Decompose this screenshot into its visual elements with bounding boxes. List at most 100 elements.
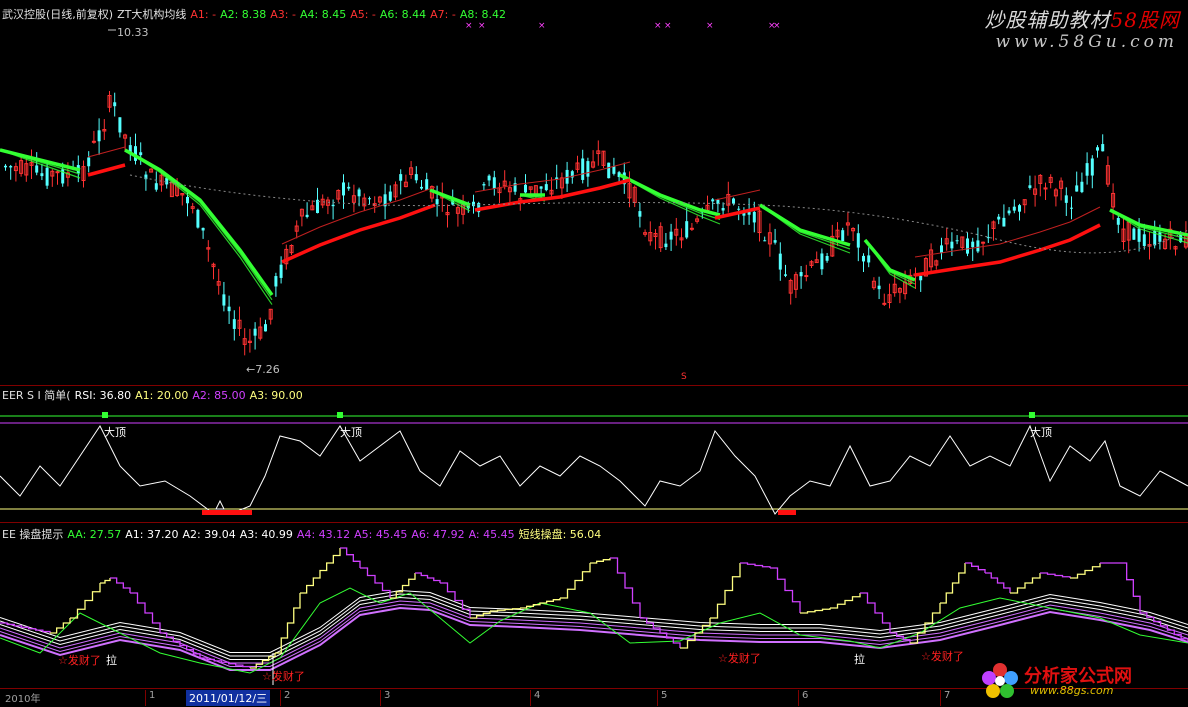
- axis-month-7: 7: [940, 690, 950, 706]
- candle-body: [1080, 181, 1084, 193]
- stock-name: 武汉控股(日线,前复权): [2, 8, 114, 21]
- site-logo: 分析家公式网 www.88gs.com: [978, 660, 1178, 700]
- rsi-bottom-bar: [778, 510, 796, 515]
- op-stair-line: [610, 557, 641, 618]
- rsi-header: EER S I 简单(RSI: 36.80 A1: 20.00 A2: 85.00 A…: [2, 387, 311, 403]
- op-stair-line: [100, 578, 111, 584]
- rsi-param-2: A2: 85.00: [192, 389, 246, 402]
- signal-pull-2: 拉: [854, 653, 865, 666]
- candle-body: [274, 276, 278, 287]
- axis-current-date[interactable]: 2011/01/12/三: [186, 690, 271, 706]
- op-stair-line: [710, 563, 741, 619]
- price-panel[interactable]: × × × × × × × × 武汉控股(日线,前复权) ZT大机构均线 A1: - A2: 8.3…: [0, 0, 1188, 385]
- rsi-top-label-1: 大顶: [104, 426, 126, 439]
- top-marker: ×: [465, 21, 473, 31]
- watermark-brand: 炒股辅助教材58股网: [984, 8, 1180, 32]
- price-param-2: A3: -: [270, 8, 296, 21]
- ma-red-line: [474, 178, 631, 212]
- candle-body: [721, 208, 725, 211]
- candle-body: [544, 184, 548, 191]
- candle-body: [784, 274, 787, 276]
- candle-body: [689, 227, 694, 230]
- candle-body: [154, 183, 158, 190]
- top-marker: ×: [706, 21, 714, 31]
- candle-body: [804, 275, 809, 278]
- candle-body: [825, 255, 829, 261]
- candle-body: [1137, 228, 1141, 242]
- candle-body: [820, 253, 824, 270]
- candle-body: [966, 238, 969, 254]
- op-stair-line: [560, 563, 591, 599]
- candle-body: [55, 171, 60, 174]
- candle-body: [976, 240, 980, 252]
- op-param-6: A6: 47.92: [411, 528, 465, 541]
- op-stair-line: [415, 572, 441, 583]
- candle-body: [612, 166, 616, 174]
- candle-body: [196, 209, 200, 228]
- op-param-0: AA: 27.57: [67, 528, 122, 541]
- candle-body: [1075, 185, 1079, 192]
- flower-logo-icon: [982, 663, 1018, 698]
- price-header: 武汉控股(日线,前复权) ZT大机构均线 A1: - A2: 8.38 A3: - A4:…: [2, 6, 514, 22]
- op-stair-line: [520, 598, 561, 609]
- top-marker: ×: [664, 21, 672, 31]
- rsi-panel[interactable]: EER S I 简单(RSI: 36.80 A1: 20.00 A2: 85.00 A…: [0, 386, 1188, 522]
- candle-body: [1158, 232, 1162, 242]
- candle-body: [1018, 205, 1021, 212]
- ma-green-line: [759, 203, 851, 247]
- candle-body: [331, 204, 335, 207]
- signal-buy-4: ☆发财了: [921, 650, 964, 663]
- rsi-top-marker: [337, 412, 343, 418]
- ma-thin-line: [714, 189, 761, 201]
- op-param-7: A: 45.45: [468, 528, 515, 541]
- candle-body: [919, 275, 923, 281]
- top-marker: ×: [773, 21, 781, 31]
- axis-month-2: 2: [280, 690, 290, 706]
- rsi-line: [0, 424, 1188, 515]
- price-param-5: A6: 8.44: [379, 8, 427, 21]
- rsi-top-marker: [102, 412, 108, 418]
- candle-body: [539, 186, 543, 189]
- candle-body: [1070, 207, 1073, 209]
- candle-body: [882, 302, 887, 305]
- op-stair-line: [770, 567, 801, 613]
- rsi-chart[interactable]: [0, 386, 1188, 522]
- axis-year: 2010年: [5, 694, 41, 705]
- axis-month-1: 1: [145, 690, 155, 706]
- rsi-param-1: A1: 20.00: [135, 389, 189, 402]
- top-marker: ×: [478, 21, 486, 31]
- candle-body: [420, 186, 423, 189]
- sell-marker: S: [681, 372, 687, 382]
- op-param-5: A5: 45.45: [354, 528, 408, 541]
- candle-body: [1007, 210, 1011, 214]
- candle-body: [971, 241, 975, 248]
- candle-body: [1012, 206, 1016, 211]
- price-param-1: A2: 8.38: [220, 8, 267, 21]
- candle-body: [227, 306, 231, 312]
- candle-body: [1064, 195, 1068, 203]
- candle-body: [778, 253, 782, 270]
- op-stair-line: [1040, 572, 1071, 578]
- candle-body: [586, 161, 590, 177]
- axis-month-6: 6: [798, 690, 808, 706]
- price-param-6: A7: -: [430, 8, 456, 21]
- candle-body: [97, 130, 101, 142]
- candle-body: [981, 241, 986, 244]
- candle-body: [607, 162, 611, 179]
- candle-body: [45, 167, 49, 186]
- candle-body: [253, 328, 257, 336]
- op-stair-line: [740, 562, 771, 568]
- rsi-bottom-bar: [202, 510, 252, 515]
- candle-body: [232, 319, 236, 329]
- candle-body: [799, 272, 803, 277]
- candle-body: [342, 182, 345, 196]
- candle-body: [950, 241, 954, 249]
- signal-pull-1: 拉: [106, 654, 117, 667]
- candle-body: [425, 179, 429, 190]
- op-stair-line: [0, 622, 51, 633]
- op-stair-line: [340, 547, 361, 568]
- op-stair-line: [70, 583, 101, 619]
- candle-body: [113, 102, 117, 107]
- candlestick-chart[interactable]: × × × × × × ××: [0, 0, 1188, 385]
- candle-body: [1002, 217, 1006, 227]
